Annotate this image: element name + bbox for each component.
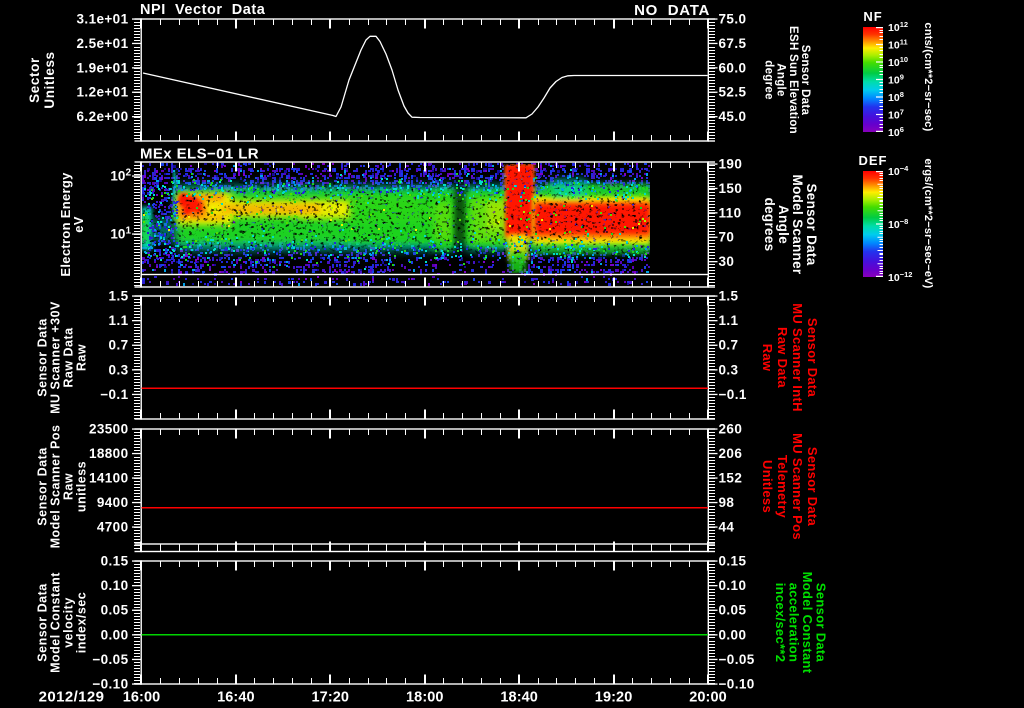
svg-text:1.1: 1.1 <box>719 313 739 328</box>
svg-text:70: 70 <box>719 230 735 245</box>
svg-text:Angle: Angle <box>775 63 787 96</box>
svg-text:ESH Sun Elevation: ESH Sun Elevation <box>787 26 799 134</box>
svg-text:75.0: 75.0 <box>719 12 747 27</box>
svg-text:4700: 4700 <box>97 520 129 535</box>
svg-text:0.7: 0.7 <box>719 338 739 353</box>
svg-text:1.2e+01: 1.2e+01 <box>77 85 129 100</box>
svg-text:Raw: Raw <box>75 344 89 371</box>
svg-text:98: 98 <box>719 495 735 510</box>
svg-text:9400: 9400 <box>97 495 129 510</box>
svg-text:44: 44 <box>719 520 735 535</box>
svg-text:Raw: Raw <box>760 344 775 372</box>
svg-text:190: 190 <box>719 157 743 172</box>
svg-text:NPI Vector Data: NPI Vector Data <box>140 2 266 18</box>
svg-text:3.1e+01: 3.1e+01 <box>77 12 129 27</box>
svg-text:23500: 23500 <box>89 422 129 437</box>
svg-text:MU Scanner +30V: MU Scanner +30V <box>49 301 63 414</box>
svg-text:Model Scanner: Model Scanner <box>790 175 805 275</box>
svg-text:eV: eV <box>71 216 86 233</box>
svg-text:2.5e+01: 2.5e+01 <box>77 36 129 51</box>
svg-text:Angle: Angle <box>776 205 791 244</box>
svg-text:52.5: 52.5 <box>719 85 747 100</box>
svg-text:152: 152 <box>719 471 743 486</box>
svg-text:−0.1: −0.1 <box>100 387 128 402</box>
svg-text:30: 30 <box>719 254 735 269</box>
svg-text:Raw Data: Raw Data <box>775 327 790 388</box>
svg-text:MU Scanner IntH: MU Scanner IntH <box>790 303 805 412</box>
svg-text:Sensor Data: Sensor Data <box>805 447 820 527</box>
svg-text:1.5: 1.5 <box>109 289 129 304</box>
svg-text:1.5: 1.5 <box>719 289 739 304</box>
svg-text:degrees: degrees <box>762 198 777 252</box>
svg-text:18800: 18800 <box>89 446 129 461</box>
svg-text:60.0: 60.0 <box>719 60 747 75</box>
svg-text:0.7: 0.7 <box>109 338 129 353</box>
svg-text:Sensor Data: Sensor Data <box>36 318 50 397</box>
svg-text:Unitless: Unitless <box>42 51 57 108</box>
svg-text:Sensor Data: Sensor Data <box>804 183 819 265</box>
svg-text:Raw Data: Raw Data <box>62 327 76 388</box>
svg-text:NO DATA: NO DATA <box>634 2 710 19</box>
svg-text:MEx ELS−01 LR: MEx ELS−01 LR <box>140 146 259 163</box>
svg-text:Raw: Raw <box>62 473 76 500</box>
svg-text:Sensor Data: Sensor Data <box>805 318 820 398</box>
svg-text:Telemetry: Telemetry <box>775 455 790 519</box>
svg-text:206: 206 <box>719 446 743 461</box>
svg-text:Model Scanner Pos: Model Scanner Pos <box>49 425 63 549</box>
svg-text:Unitless: Unitless <box>760 460 775 513</box>
svg-text:1.1: 1.1 <box>109 313 129 328</box>
svg-text:MU Scanner Pos: MU Scanner Pos <box>790 433 805 540</box>
svg-text:Sensor Data: Sensor Data <box>799 45 811 116</box>
svg-text:45.0: 45.0 <box>719 109 747 124</box>
svg-text:Sensor Data: Sensor Data <box>36 447 50 526</box>
svg-text:67.5: 67.5 <box>719 36 747 51</box>
svg-text:6.2e+00: 6.2e+00 <box>77 109 129 124</box>
svg-text:0.3: 0.3 <box>719 362 739 377</box>
svg-text:110: 110 <box>719 205 742 220</box>
svg-text:−0.1: −0.1 <box>719 387 747 402</box>
svg-text:260: 260 <box>719 422 743 437</box>
svg-text:1.9e+01: 1.9e+01 <box>77 60 129 75</box>
svg-text:degree: degree <box>762 60 774 100</box>
svg-text:0.3: 0.3 <box>109 362 129 377</box>
svg-text:150: 150 <box>719 181 743 196</box>
svg-text:unitless: unitless <box>75 461 89 512</box>
svg-text:Sector: Sector <box>27 57 42 103</box>
svg-text:14100: 14100 <box>89 471 129 486</box>
